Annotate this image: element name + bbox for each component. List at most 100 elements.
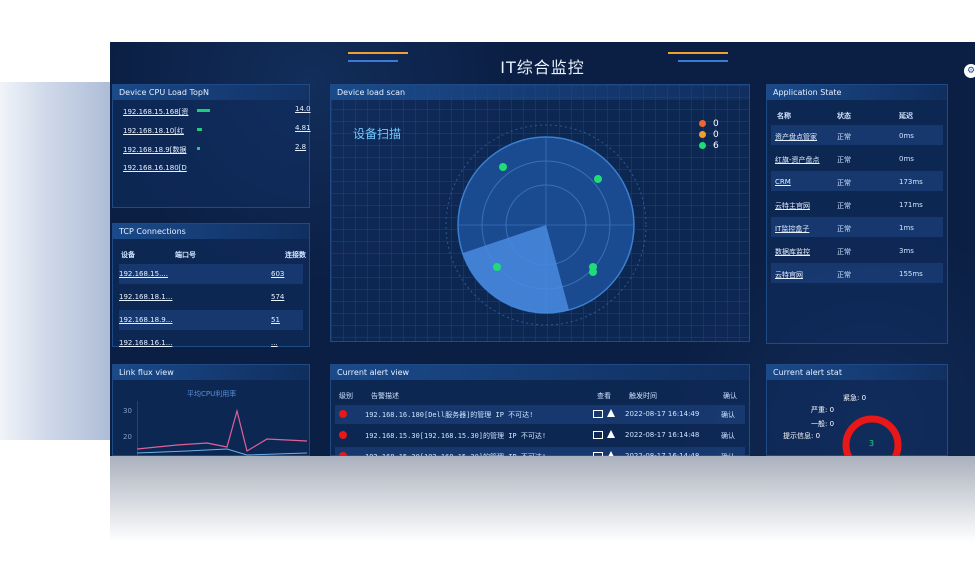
cpu-device-link[interactable]: 192.168.18.9[数据 — [123, 145, 187, 155]
tcp-count-link[interactable]: 51 — [271, 316, 280, 324]
app-panel: Application State 名称 状态 延迟 资产盘点管家 正常 0ms 红旗… — [766, 84, 948, 344]
alert-header-view: 查看 — [597, 392, 611, 400]
tcp-device-link[interactable]: 192.168.18.9... — [119, 316, 172, 324]
alert-confirm-button[interactable]: 确认 — [721, 431, 735, 441]
tcp-count-link[interactable]: ... — [271, 339, 278, 347]
app-row: 云特官网 正常 155ms — [771, 263, 943, 283]
radar-blip — [493, 263, 501, 271]
scan-legend-count: 6 — [713, 141, 719, 151]
screen-reflection — [110, 456, 975, 564]
tcp-count-link[interactable]: 603 — [271, 270, 284, 278]
alert-donut — [842, 415, 902, 456]
alert-stat-label: 提示信息: 0 — [783, 432, 821, 440]
app-name-link[interactable]: 云特官网 — [775, 270, 803, 280]
alert-view-panel: Current alert view 级别 告警描述 查看 触发时间 确认 19… — [330, 364, 750, 456]
dashboard: IT综合监控 Device CPU Load TopN 192.168.15.1… — [110, 42, 975, 456]
alert-stat-label: 紧急: 0 — [843, 394, 867, 402]
app-row: 红旗-资产盘点 正常 0ms — [771, 148, 943, 168]
alert-stat-total: 3 — [869, 439, 875, 448]
scan-legend-dot — [699, 120, 706, 127]
app-state: 正常 — [837, 225, 851, 233]
tcp-row: 192.168.18.1... 574 — [119, 287, 303, 307]
alert-stat-label: 严重: 0 — [811, 406, 835, 414]
alert-level-icon — [339, 410, 347, 418]
app-header-state: 状态 — [837, 112, 851, 120]
alert-row: 192.168.15.30[192.168.15.30]的管理 IP 不可达!2… — [335, 426, 745, 445]
cpu-panel: Device CPU Load TopN 192.168.15.168[资 14.… — [112, 84, 311, 208]
alert-confirm-button[interactable]: 确认 — [721, 410, 735, 420]
radar-blip — [589, 268, 597, 276]
page-title: IT综合监控 — [500, 58, 585, 77]
radar — [445, 124, 647, 326]
tcp-device-link[interactable]: 192.168.16.1... — [119, 339, 172, 347]
flux-y-tick: 30 — [123, 407, 132, 415]
app-delay: 173ms — [899, 178, 923, 186]
alert-header-time: 触发时间 — [629, 392, 657, 400]
cpu-value[interactable]: 4.81 — [295, 124, 311, 132]
scan-legend-dot — [699, 131, 706, 138]
flux-chart-title: 平均CPU利用率 — [187, 390, 237, 398]
scan-panel: Device load scan 设备扫描 006 — [330, 84, 750, 342]
tcp-count-link[interactable]: 574 — [271, 293, 284, 301]
app-name-link[interactable]: 资产盘点管家 — [775, 132, 817, 142]
tcp-panel: TCP Connections 设备 端口号 连接数 192.168.15...… — [112, 223, 310, 347]
tcp-header-count: 连接数 — [285, 251, 306, 259]
tcp-header-port: 端口号 — [175, 251, 196, 259]
app-row: 资产盘点管家 正常 0ms — [771, 125, 943, 145]
tcp-row: 192.168.18.9... 51 — [119, 310, 303, 330]
settings-icon[interactable]: ⚙ — [964, 64, 975, 78]
flux-panel: Link flux view 平均CPU利用率 30 20 — [112, 364, 310, 456]
app-name-link[interactable]: CRM — [775, 178, 791, 186]
app-row: CRM 正常 173ms — [771, 171, 943, 191]
background-ghost-screen — [0, 82, 112, 440]
alert-view-title: Current alert view — [331, 365, 749, 380]
app-name-link[interactable]: IT监控盒子 — [775, 224, 809, 234]
flux-chart — [137, 401, 307, 456]
cpu-device-link[interactable]: 192.168.18.10[红 — [123, 126, 184, 136]
tcp-device-link[interactable]: 192.168.18.1... — [119, 293, 172, 301]
alert-header-confirm: 确认 — [723, 392, 737, 400]
cpu-device-link[interactable]: 192.168.15.168[资 — [123, 107, 188, 117]
radar-blip — [594, 175, 602, 183]
tcp-header-device: 设备 — [121, 251, 135, 259]
app-row: IT监控盒子 正常 1ms — [771, 217, 943, 237]
app-state: 正常 — [837, 179, 851, 187]
app-header-name: 名称 — [777, 112, 791, 120]
tcp-device-link[interactable]: 192.168.15.... — [119, 270, 168, 278]
warning-icon[interactable] — [607, 409, 615, 417]
app-state: 正常 — [837, 133, 851, 141]
app-row: 云特主官网 正常 171ms — [771, 194, 943, 214]
alert-time: 2022-08-17 16:14:49 — [625, 410, 700, 418]
app-name-link[interactable]: 数据库监控 — [775, 247, 810, 257]
alert-row: 192.168.15.30[192.168.15.30]的管理 IP 不可达!2… — [335, 447, 745, 456]
monitor-icon[interactable] — [593, 431, 603, 439]
flux-y-tick: 20 — [123, 433, 132, 441]
monitor-icon[interactable] — [593, 410, 603, 418]
radar-blip — [499, 163, 507, 171]
alert-header-desc: 告警描述 — [371, 392, 399, 400]
app-delay: 0ms — [899, 155, 914, 163]
app-name-link[interactable]: 云特主官网 — [775, 201, 810, 211]
cpu-load-bar — [197, 128, 202, 131]
alert-stat-panel: Current alert stat 紧急: 0 严重: 0 一般: 0 提示信… — [766, 364, 948, 456]
alert-row: 192.168.16.180[Dell服务器]的管理 IP 不可达! 2022-0… — [335, 405, 745, 424]
alert-description: 192.168.16.180[Dell服务器]的管理 IP 不可达! — [365, 411, 534, 419]
scan-panel-title: Device load scan — [331, 85, 749, 100]
app-delay: 171ms — [899, 201, 923, 209]
cpu-value[interactable]: 14.0 — [295, 105, 311, 113]
app-row: 数据库监控 正常 3ms — [771, 240, 943, 260]
app-panel-title: Application State — [767, 85, 947, 100]
cpu-panel-title: Device CPU Load TopN — [113, 85, 309, 100]
tcp-panel-title: TCP Connections — [113, 224, 309, 239]
warning-icon[interactable] — [607, 430, 615, 438]
cpu-value[interactable]: 2.8 — [295, 143, 306, 151]
app-state: 正常 — [837, 156, 851, 164]
title-bar: IT综合监控 — [110, 42, 975, 84]
app-delay: 155ms — [899, 270, 923, 278]
app-delay: 1ms — [899, 224, 914, 232]
scan-label: 设备扫描 — [353, 127, 402, 141]
app-name-link[interactable]: 红旗-资产盘点 — [775, 155, 820, 165]
flux-panel-title: Link flux view — [113, 365, 309, 380]
app-state: 正常 — [837, 271, 851, 279]
cpu-device-link[interactable]: 192.168.16.180[D — [123, 164, 187, 172]
